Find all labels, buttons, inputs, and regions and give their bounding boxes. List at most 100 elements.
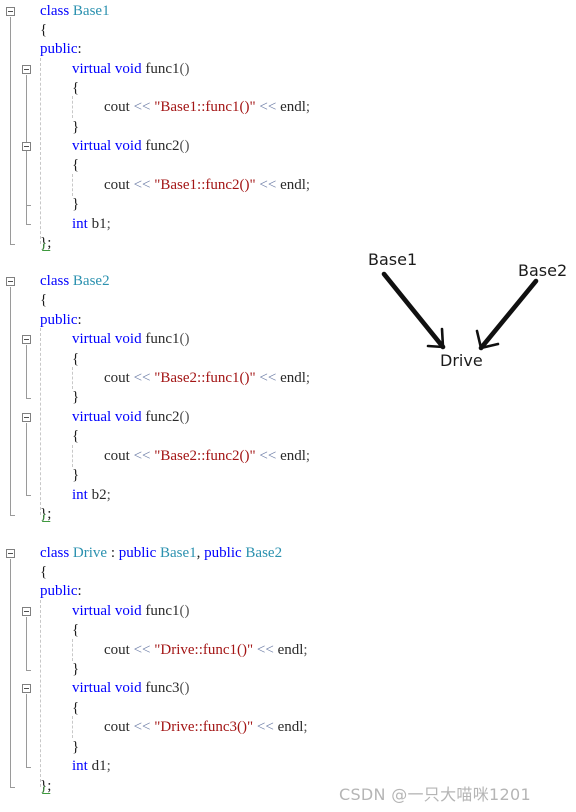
code-token: ; <box>303 719 308 735</box>
screenshot-root: class Base1{public: virtual void func1(){… <box>0 0 576 812</box>
code-token: () <box>179 61 190 77</box>
code-token: () <box>179 138 190 154</box>
fold-collapse-icon[interactable] <box>22 607 31 616</box>
code-token: { <box>72 700 80 716</box>
fold-collapse-icon[interactable] <box>6 277 15 286</box>
fold-region-end-tick <box>26 767 31 768</box>
code-token: () <box>179 409 190 425</box>
code-token: } <box>72 739 80 755</box>
code-token: void <box>114 603 142 619</box>
indent-guide-line <box>72 445 73 467</box>
code-token: "Base1::func2()" <box>154 177 256 193</box>
code-token: public <box>118 545 157 561</box>
code-token: Base1 <box>160 545 197 561</box>
code-token: { <box>72 428 80 444</box>
code-line-text: class Drive : public Base1, public Base2 <box>40 544 282 563</box>
fold-region-line <box>26 617 27 670</box>
code-token: endl <box>277 719 304 735</box>
code-token: << <box>133 177 151 193</box>
code-token: () <box>179 331 190 347</box>
fold-collapse-icon[interactable] <box>6 549 15 558</box>
code-token: int <box>72 216 88 232</box>
code-token: << <box>133 642 151 658</box>
fold-region-end-tick <box>10 244 15 245</box>
indent-guide-line <box>72 639 73 661</box>
code-token: b2 <box>91 487 107 503</box>
code-token: class <box>40 3 73 19</box>
fold-collapse-icon[interactable] <box>22 335 31 344</box>
code-token: void <box>114 331 142 347</box>
fold-region-line <box>26 423 27 495</box>
code-token: cout <box>104 719 130 735</box>
code-line-text: public: <box>40 40 82 59</box>
code-token: endl <box>280 448 306 464</box>
code-token: Base1 <box>72 3 110 19</box>
code-token: void <box>114 680 142 696</box>
code-line-text: cout << "Base1::func1()" << endl; <box>104 98 310 117</box>
code-line-text: { <box>72 156 79 175</box>
code-token: virtual <box>72 409 112 425</box>
brace-match-marker <box>42 786 52 794</box>
fold-region-end-tick <box>10 787 15 788</box>
fold-region-end-tick <box>10 515 15 516</box>
code-token: ; <box>106 487 111 503</box>
code-token: : <box>77 41 82 57</box>
code-line-text: virtual void func2() <box>72 137 189 156</box>
code-line-text: class Base2 <box>40 272 110 291</box>
code-token: { <box>40 22 48 38</box>
fold-collapse-icon[interactable] <box>22 142 31 151</box>
code-line-text: virtual void func1() <box>72 330 189 349</box>
code-token: "Drive::func3()" <box>154 719 254 735</box>
code-token: virtual <box>72 138 112 154</box>
code-line-text: } <box>72 388 79 407</box>
code-token: "Drive::func1()" <box>154 642 254 658</box>
code-token: "Base1::func1()" <box>154 99 256 115</box>
code-line-text: { <box>72 699 79 718</box>
code-token: int <box>72 758 88 774</box>
fold-collapse-icon[interactable] <box>6 7 15 16</box>
code-token: ; <box>303 642 308 658</box>
code-token: void <box>114 409 142 425</box>
code-line-text: } <box>72 195 79 214</box>
code-line-text: class Base1 <box>40 2 110 21</box>
indent-guide-line <box>72 174 73 196</box>
code-line-text: cout << "Drive::func3()" << endl; <box>104 718 308 737</box>
indent-guide-line <box>40 600 41 787</box>
code-line-text: { <box>72 79 79 98</box>
code-token: << <box>259 370 277 386</box>
code-line-text: int b2; <box>72 486 111 505</box>
code-token: public <box>40 41 78 57</box>
code-token: func1 <box>145 603 180 619</box>
code-token: } <box>72 196 80 212</box>
fold-region-end-tick <box>26 398 31 399</box>
code-token: { <box>72 351 80 367</box>
fold-collapse-icon[interactable] <box>22 65 31 74</box>
code-token: { <box>72 157 80 173</box>
indent-guide-line <box>40 58 41 244</box>
code-token: ; <box>305 99 311 115</box>
code-token: cout <box>104 448 130 464</box>
code-token: << <box>259 99 277 115</box>
arrow-base1-to-drive <box>381 271 446 350</box>
code-token: Base2 <box>72 273 110 289</box>
code-token: endl <box>280 99 306 115</box>
code-token: virtual <box>72 331 112 347</box>
code-token: func2 <box>145 409 180 425</box>
code-token: << <box>256 642 274 658</box>
code-editor[interactable]: class Base1{public: virtual void func1(){… <box>0 0 576 812</box>
code-token: endl <box>280 177 306 193</box>
code-line-text: virtual void func1() <box>72 60 189 79</box>
code-line-text: } <box>72 660 79 679</box>
code-token: { <box>40 292 48 308</box>
fold-collapse-icon[interactable] <box>22 684 31 693</box>
code-token: b1 <box>91 216 107 232</box>
code-token: << <box>259 177 277 193</box>
csdn-watermark: CSDN @一只大喵咪1201 <box>339 785 531 804</box>
code-line-text: { <box>72 427 79 446</box>
code-token: () <box>179 680 190 696</box>
fold-collapse-icon[interactable] <box>22 413 31 422</box>
indent-guide-line <box>72 716 73 738</box>
code-line-text: cout << "Base2::func1()" << endl; <box>104 369 310 388</box>
code-token: { <box>40 564 48 580</box>
code-token: func1 <box>145 331 180 347</box>
